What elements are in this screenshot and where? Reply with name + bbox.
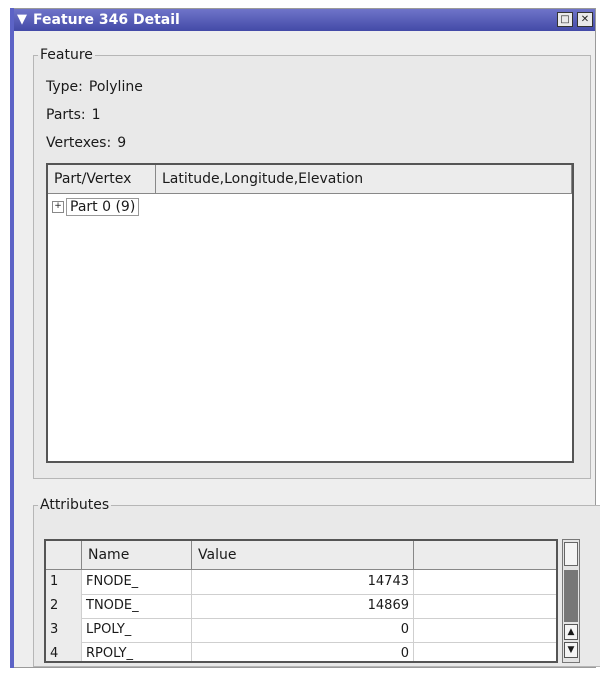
vertexes-label: Vertexes: <box>46 135 112 151</box>
scrollbar-track[interactable] <box>564 570 578 622</box>
tree-header: Part/Vertex Latitude,Longitude,Elevation <box>48 165 572 194</box>
attribute-value: 14869 <box>192 594 414 618</box>
attributes-legend: Attributes <box>40 497 110 513</box>
column-header-part-vertex[interactable]: Part/Vertex <box>48 165 156 193</box>
column-header-value[interactable]: Value <box>192 541 414 569</box>
column-header-name[interactable]: Name <box>82 541 192 569</box>
feature-group: Feature Type: Polyline Parts: 1 Vertexes: 9… <box>33 47 591 479</box>
attribute-value: 14743 <box>192 570 414 594</box>
scroll-down-icon[interactable]: ▼ <box>564 642 578 658</box>
vertexes-row: Vertexes: 9 <box>46 135 126 151</box>
attributes-group: Attributes Name Value 1 FNODE_ 14743 2 T… <box>33 497 600 667</box>
type-label: Type: <box>46 79 83 95</box>
row-number: 1 <box>46 570 82 594</box>
attribute-value: 0 <box>192 618 414 642</box>
row-number: 4 <box>46 642 82 661</box>
attributes-scrollbar[interactable]: ▲ ▼ <box>562 539 580 663</box>
table-row[interactable]: 1 FNODE_ 14743 <box>46 570 556 595</box>
parts-label: Parts: <box>46 107 86 123</box>
table-header: Name Value <box>46 541 556 570</box>
vertex-tree[interactable]: Part/Vertex Latitude,Longitude,Elevation… <box>46 163 574 463</box>
row-number-header <box>46 541 82 569</box>
feature-legend: Feature <box>40 47 93 63</box>
maximize-icon[interactable]: □ <box>557 12 573 27</box>
row-number: 2 <box>46 594 82 618</box>
feature-detail-window: ▼ Feature 346 Detail □ ✕ Feature Type: Po… <box>10 8 600 668</box>
type-row: Type: Polyline <box>46 79 143 95</box>
chevron-down-icon[interactable]: ▼ <box>13 10 31 30</box>
table-row[interactable]: 4 RPOLY_ 0 <box>46 642 556 661</box>
expand-icon[interactable]: + <box>52 201 64 213</box>
table-row[interactable]: 3 LPOLY_ 0 <box>46 618 556 643</box>
parts-row: Parts: 1 <box>46 107 101 123</box>
tree-node-part-0[interactable]: + Part 0 (9) <box>52 197 140 217</box>
column-header-lat-long-elev[interactable]: Latitude,Longitude,Elevation <box>156 165 572 193</box>
vertexes-value: 9 <box>117 135 127 151</box>
window-title: Feature 346 Detail <box>33 12 180 28</box>
parts-value: 1 <box>91 107 101 123</box>
type-value: Polyline <box>88 79 143 95</box>
attribute-name: RPOLY_ <box>82 642 192 661</box>
window-left-border <box>10 8 14 668</box>
title-bar[interactable]: ▼ Feature 346 Detail □ ✕ <box>11 9 595 31</box>
attribute-name: LPOLY_ <box>82 618 192 642</box>
table-row[interactable]: 2 TNODE_ 14869 <box>46 594 556 619</box>
attributes-table[interactable]: Name Value 1 FNODE_ 14743 2 TNODE_ 14869… <box>44 539 558 663</box>
scrollbar-thumb[interactable] <box>564 542 578 566</box>
attribute-name: FNODE_ <box>82 570 192 594</box>
row-number: 3 <box>46 618 82 642</box>
attribute-value: 0 <box>192 642 414 661</box>
close-icon[interactable]: ✕ <box>577 12 593 27</box>
scroll-up-icon[interactable]: ▲ <box>564 624 578 640</box>
tree-node-label[interactable]: Part 0 (9) <box>66 198 140 216</box>
attribute-name: TNODE_ <box>82 594 192 618</box>
